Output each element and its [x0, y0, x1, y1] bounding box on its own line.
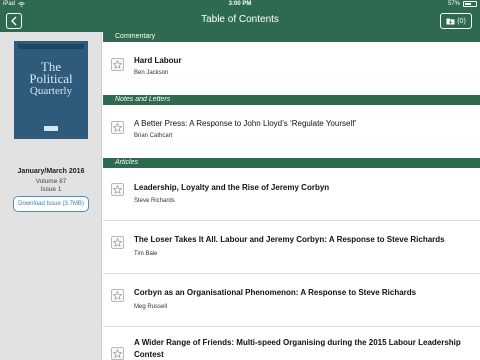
issue-volume: Volume 87: [35, 178, 67, 185]
cover-title: The Political Quarterly: [14, 60, 88, 97]
article-title[interactable]: The Loser Takes It All. Labour and Jerem…: [134, 234, 464, 246]
download-folder-icon: [446, 18, 455, 25]
article-row[interactable]: A Wider Range of Friends: Multi-speed Or…: [103, 327, 480, 360]
favorite-button[interactable]: [111, 347, 124, 360]
issue-sidebar: The Political Quarterly January/March 20…: [0, 32, 102, 360]
library-count: (0): [457, 17, 466, 25]
favorite-button[interactable]: [111, 236, 124, 249]
status-time: 3:00 PM: [228, 1, 252, 7]
issue-number: Issue 1: [40, 186, 62, 193]
cover-title-line-2: Political: [29, 71, 73, 86]
section-header-articles: Articles: [103, 158, 480, 168]
cover-topline: [18, 44, 84, 49]
article-title[interactable]: A Wider Range of Friends: Multi-speed Or…: [134, 337, 464, 360]
article-author: Ben Jackson: [134, 70, 169, 76]
star-icon: [113, 291, 122, 300]
status-right: 57%: [448, 1, 477, 7]
article-title[interactable]: Hard Labour: [134, 55, 464, 67]
star-icon: [113, 123, 122, 132]
section-header-notes-and-letters: Notes and Letters: [103, 95, 480, 105]
star-icon: [113, 185, 122, 194]
article-row[interactable]: A Better Press: A Response to John Lloyd…: [103, 105, 480, 155]
article-row[interactable]: The Loser Takes It All. Labour and Jerem…: [103, 221, 480, 273]
battery-fill: [465, 3, 471, 5]
article-row[interactable]: Leadership, Loyalty and the Rise of Jere…: [103, 168, 480, 220]
star-icon: [113, 60, 122, 69]
article-author: Brian Cathcart: [134, 133, 173, 139]
star-icon: [113, 349, 122, 358]
battery-percent: 57%: [447, 1, 460, 7]
favorite-button[interactable]: [111, 121, 124, 134]
cover-publisher-tag: [44, 126, 58, 131]
article-author: Steve Richards: [134, 198, 175, 204]
article-row[interactable]: Corbyn as an Organisational Phenomenon: …: [103, 274, 480, 326]
article-title[interactable]: Leadership, Loyalty and the Rise of Jere…: [134, 182, 464, 194]
download-issue-button[interactable]: Download Issue (3.7MB): [13, 196, 89, 212]
article-title[interactable]: A Better Press: A Response to John Lloyd…: [134, 118, 464, 130]
article-title[interactable]: Corbyn as an Organisational Phenomenon: …: [134, 287, 464, 299]
library-button[interactable]: (0): [440, 13, 472, 29]
star-icon: [113, 238, 122, 247]
favorite-button[interactable]: [111, 58, 124, 71]
article-row[interactable]: Hard Labour Ben Jackson: [103, 42, 480, 92]
article-author: Tim Bale: [134, 251, 158, 257]
section-header-commentary: Commentary: [103, 32, 480, 42]
article-author: Meg Russell: [134, 304, 168, 310]
favorite-button[interactable]: [111, 289, 124, 302]
issue-date: January/March 2016: [17, 168, 85, 175]
favorite-button[interactable]: [111, 183, 124, 196]
nav-bar: Table of Contents (0): [0, 10, 480, 32]
battery-icon: [463, 1, 477, 7]
status-bar: iPad 3:00 PM 57%: [0, 0, 480, 10]
issue-cover[interactable]: The Political Quarterly: [14, 41, 88, 139]
cover-title-line-3: Quarterly: [29, 85, 73, 97]
page-title: Table of Contents: [201, 14, 279, 25]
table-of-contents: Commentary Hard Labour Ben Jackson Notes…: [103, 32, 480, 360]
